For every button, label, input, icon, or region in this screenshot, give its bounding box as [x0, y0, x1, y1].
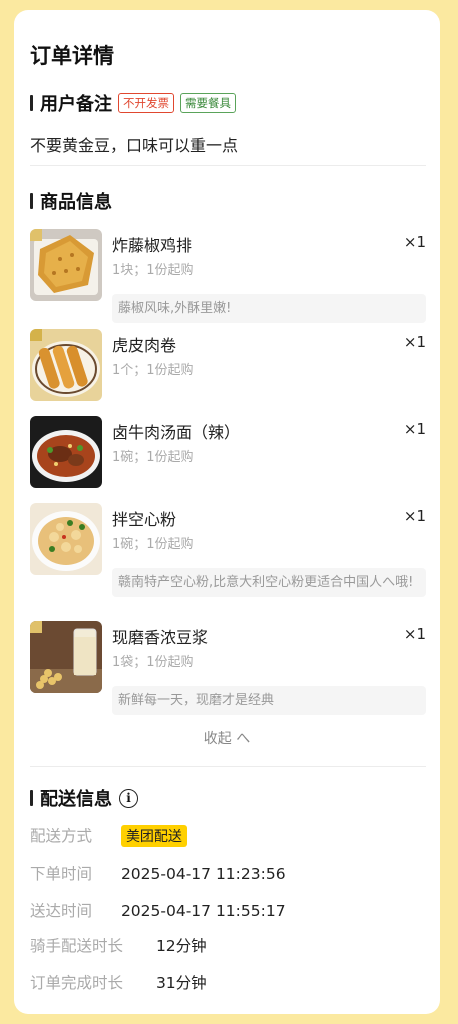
no-invoice-tag: 不开发票 — [118, 93, 174, 113]
rider-duration-label: 骑手配送时长 — [30, 937, 124, 955]
fried-chicken-cutlet-image — [30, 229, 102, 301]
goods-item-unit: 1袋；1份起购 — [112, 655, 194, 670]
goods-item-unit: 1个；1份起购 — [112, 363, 194, 378]
goods-item-quantity: ×1 — [403, 333, 426, 351]
section-marker — [30, 193, 33, 209]
goods-item-description: 藤椒风味,外酥里嫩! — [112, 294, 426, 323]
delivery-method-row: 配送方式 美团配送 — [30, 824, 187, 847]
info-icon[interactable]: i — [119, 788, 138, 808]
goods-item-description: 赣南特产空心粉,比意大利空心粉更适合中国人へ哦! — [112, 568, 426, 597]
goods-section-title: 商品信息 — [40, 192, 112, 213]
goods-item-description: 新鲜每一天，现磨才是经典 — [112, 686, 426, 715]
need-utensils-tag: 需要餐具 — [180, 93, 236, 113]
delivered-time-label: 送达时间 — [30, 902, 93, 920]
goods-item: 卤牛肉汤面（辣） ×1 1碗；1份起购 — [30, 416, 426, 490]
delivery-method-label: 配送方式 — [30, 827, 93, 845]
goods-item-name: 卤牛肉汤面（辣） — [112, 423, 241, 442]
delivery-section-header: 配送信息 i — [30, 785, 138, 811]
order-time-value: 2025-04-17 11:23:56 — [120, 865, 286, 883]
soy-milk-image — [30, 621, 102, 693]
section-marker — [30, 95, 33, 111]
remark-section-header: 用户备注 不开发票 需要餐具 — [30, 90, 236, 116]
goods-item: 现磨香浓豆浆 ×1 1袋；1份起购 新鲜每一天，现磨才是经典 — [30, 621, 426, 715]
goods-item-unit: 1碗；1份起购 — [112, 450, 194, 465]
goods-item-name: 拌空心粉 — [112, 510, 177, 529]
goods-item: 炸藤椒鸡排 ×1 1块；1份起购 藤椒风味,外酥里嫩! — [30, 229, 426, 323]
goods-item-quantity: ×1 — [403, 507, 426, 525]
goods-item-name: 现磨香浓豆浆 — [112, 628, 209, 647]
rider-duration-value: 12分钟 — [155, 937, 207, 955]
remark-text: 不要黄金豆，口味可以重一点 — [30, 136, 239, 155]
order-detail-card: 订单详情 用户备注 不开发票 需要餐具 不要黄金豆，口味可以重一点 商品信息 炸… — [14, 10, 440, 1014]
completion-duration-label: 订单完成时长 — [30, 974, 124, 992]
section-marker — [30, 790, 33, 806]
beef-noodle-soup-image — [30, 416, 102, 488]
delivery-method-badge: 美团配送 — [120, 825, 187, 847]
page-title: 订单详情 — [30, 44, 114, 68]
goods-item-unit: 1块；1份起购 — [112, 263, 194, 278]
goods-item-quantity: ×1 — [403, 420, 426, 438]
collapse-button[interactable]: 收起 へ — [14, 728, 440, 748]
goods-section-header: 商品信息 — [30, 188, 112, 214]
goods-item-quantity: ×1 — [403, 233, 426, 251]
remark-section-title: 用户备注 — [40, 94, 112, 115]
goods-item: 拌空心粉 ×1 1碗；1份起购 赣南特产空心粉,比意大利空心粉更适合中国人へ哦! — [30, 503, 426, 615]
goods-item-unit: 1碗；1份起购 — [112, 537, 194, 552]
divider — [30, 766, 426, 767]
goods-item: 虎皮肉卷 ×1 1个；1份起购 — [30, 329, 426, 403]
mixed-rice-noodles-image — [30, 503, 102, 575]
completion-duration-row: 订单完成时长 31分钟 — [30, 971, 207, 993]
completion-duration-value: 31分钟 — [155, 974, 207, 992]
delivered-time-value: 2025-04-17 11:55:17 — [120, 902, 286, 920]
goods-item-name: 虎皮肉卷 — [112, 336, 177, 355]
meat-rolls-image — [30, 329, 102, 401]
delivered-time-row: 送达时间 2025-04-17 11:55:17 — [30, 899, 286, 921]
order-time-row: 下单时间 2025-04-17 11:23:56 — [30, 862, 286, 884]
delivery-section-title: 配送信息 — [40, 789, 112, 810]
rider-duration-row: 骑手配送时长 12分钟 — [30, 934, 207, 956]
goods-item-name: 炸藤椒鸡排 — [112, 236, 193, 255]
divider — [30, 165, 426, 166]
order-time-label: 下单时间 — [30, 865, 93, 883]
goods-item-quantity: ×1 — [403, 625, 426, 643]
